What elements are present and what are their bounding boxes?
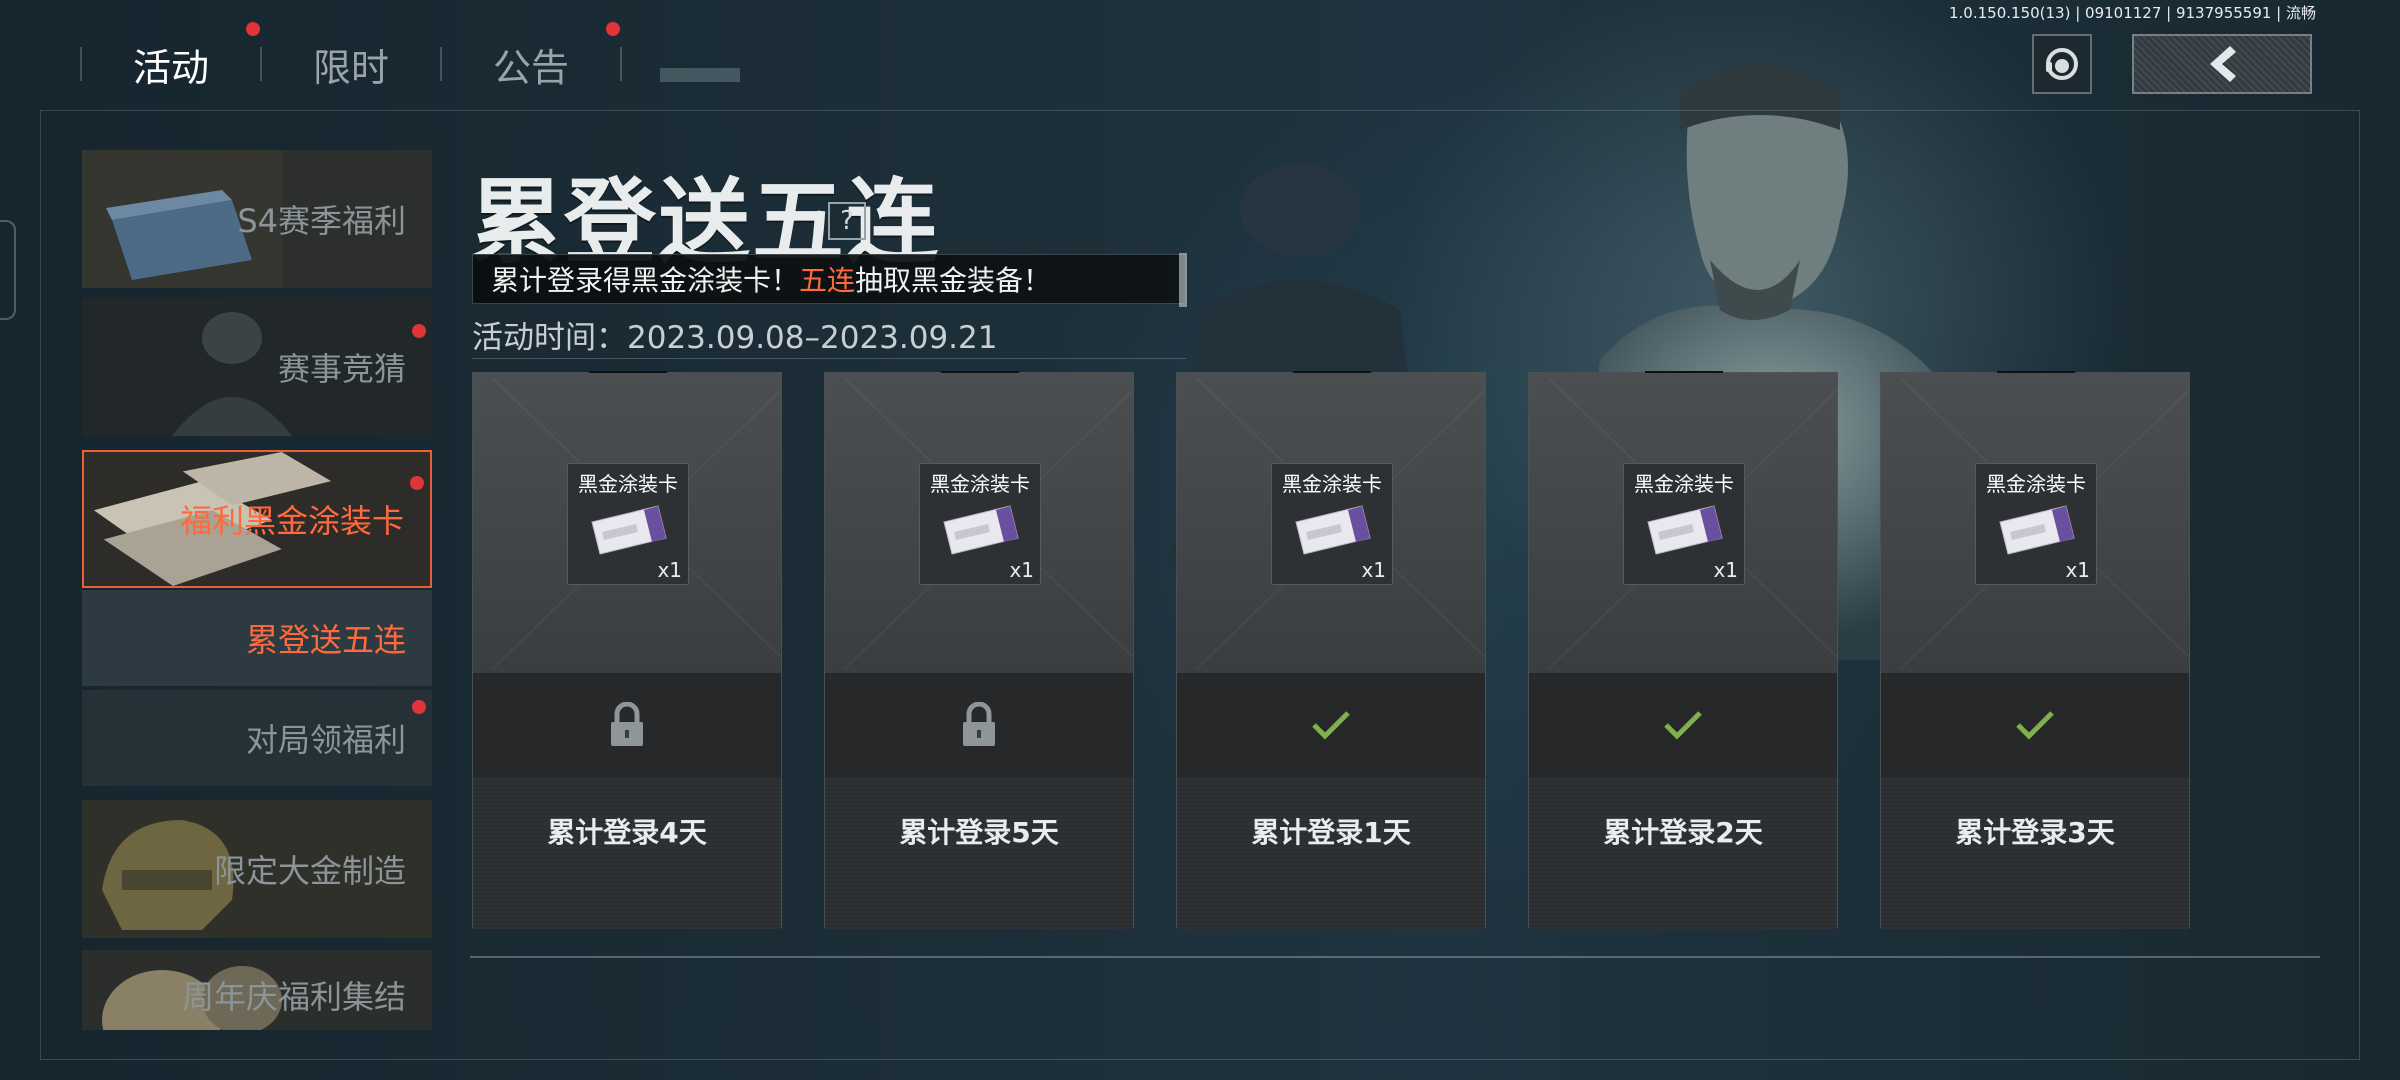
notification-dot	[246, 22, 260, 36]
chevron-left-icon	[2210, 46, 2236, 82]
tab-label: 公告	[492, 45, 569, 90]
notification-dot	[412, 700, 426, 714]
tab-label: 活动	[132, 45, 209, 90]
sidebar-item-label: 限定大金制造	[213, 852, 406, 890]
sidebar-item-label: 累登送五连	[245, 621, 406, 659]
sidebar-item-s4-season[interactable]: S4赛季福利	[82, 150, 432, 288]
card-day-requirement: 累计登录1天	[1177, 777, 1485, 929]
side-decoration	[0, 220, 16, 320]
notification-dot	[412, 324, 426, 338]
decorative-strip	[660, 44, 840, 84]
nav-separator	[620, 47, 622, 81]
tab-label: 限时	[312, 45, 389, 90]
notification-dot	[606, 22, 620, 36]
sidebar-item-black-gold-card[interactable]: 福利黑金涂装卡	[82, 450, 432, 588]
card-status	[1881, 673, 2189, 777]
checkmark-icon	[1664, 711, 1702, 740]
lock-icon	[963, 702, 995, 746]
card-day-requirement: 累计登录3天	[1881, 777, 2189, 929]
reward-item-slot[interactable]: 黑金涂装卡 x1	[919, 463, 1041, 585]
checkmark-icon	[2016, 711, 2054, 740]
skin-card-icon	[943, 505, 1019, 555]
card-status	[1529, 673, 1837, 777]
reward-item-quantity: x1	[1009, 558, 1034, 582]
card-reward-area: 黑金涂装卡 x1	[1529, 373, 1837, 673]
reward-item-name: 黑金涂装卡	[1634, 472, 1734, 496]
back-button[interactable]	[2132, 34, 2312, 94]
login-days-label: 累计登录3天	[1955, 816, 2115, 849]
tab-announcement[interactable]: 公告	[442, 22, 620, 106]
notification-dot	[410, 476, 424, 490]
card-day-requirement: 累计登录2天	[1529, 777, 1837, 929]
decorative-chip	[660, 68, 740, 82]
reward-item-name: 黑金涂装卡	[578, 472, 678, 496]
headset-icon	[2046, 48, 2078, 80]
skin-card-icon	[1295, 505, 1371, 555]
version-info: 1.0.150.150(13) | 09101127 | 9137955591 …	[1949, 4, 2316, 22]
sidebar-item-label: 周年庆福利集结	[181, 978, 406, 1016]
login-days-label: 累计登录2天	[1603, 816, 1763, 849]
question-icon: ?	[840, 206, 854, 236]
card-reward-area: 黑金涂装卡 x1	[1881, 373, 2189, 673]
reward-item-quantity: x1	[1713, 558, 1738, 582]
reward-item-slot[interactable]: 黑金涂装卡 x1	[1975, 463, 2097, 585]
divider-line	[470, 956, 2320, 958]
sidebar-item-label: 福利黑金涂装卡	[179, 502, 404, 540]
reward-card-day-4[interactable]: 黑金涂装卡 x1 累计登录4天	[472, 371, 782, 929]
sidebar-item-label: 赛事竞猜	[277, 350, 406, 388]
sidebar-item-anniversary[interactable]: 周年庆福利集结	[82, 950, 432, 1030]
card-day-requirement: 累计登录5天	[825, 777, 1133, 929]
reward-item-name: 黑金涂装卡	[930, 472, 1030, 496]
card-status	[473, 673, 781, 777]
description-text: 累计登录得黑金涂装卡！	[491, 264, 800, 297]
description-highlight: 五连	[799, 264, 856, 297]
sidebar-subitem-login-five[interactable]: 累登送五连	[82, 590, 432, 686]
sidebar-item-limited-craft[interactable]: 限定大金制造	[82, 800, 432, 938]
login-days-label: 累计登录4天	[547, 816, 707, 849]
reward-item-slot[interactable]: 黑金涂装卡 x1	[1271, 463, 1393, 585]
lock-icon	[611, 702, 643, 746]
sidebar-item-label: 对局领福利	[245, 721, 406, 759]
login-days-label: 累计登录1天	[1251, 816, 1411, 849]
skin-card-icon	[591, 505, 667, 555]
reward-card-day-2[interactable]: 黑金涂装卡 x1 累计登录2天	[1528, 371, 1838, 929]
reward-item-slot[interactable]: 黑金涂装卡 x1	[567, 463, 689, 585]
top-nav: 活动 限时 公告	[80, 22, 622, 106]
card-status	[825, 673, 1133, 777]
reward-item-quantity: x1	[1361, 558, 1386, 582]
reward-item-slot[interactable]: 黑金涂装卡 x1	[1623, 463, 1745, 585]
card-reward-area: 黑金涂装卡 x1	[473, 373, 781, 673]
rules-help-button[interactable]: ?	[828, 202, 866, 240]
description-text-end: 抽取黑金装备！	[855, 264, 1052, 297]
reward-item-quantity: x1	[657, 558, 682, 582]
reward-item-name: 黑金涂装卡	[1986, 472, 2086, 496]
reward-item-quantity: x1	[2065, 558, 2090, 582]
card-day-requirement: 累计登录4天	[473, 777, 781, 929]
sidebar-subitem-match-reward[interactable]: 对局领福利	[82, 690, 432, 786]
activity-period: 活动时间：2023.09.08–2023.09.21	[472, 320, 998, 356]
reward-item-name: 黑金涂装卡	[1282, 472, 1382, 496]
activity-sidebar: S4赛季福利 赛事竞猜 福利黑金涂装卡 累登送五连 对局领福利 限定大金制造 周…	[82, 150, 432, 1030]
login-days-label: 累计登录5天	[899, 816, 1059, 849]
checkmark-icon	[1312, 711, 1350, 740]
divider-line	[472, 358, 1186, 359]
card-status	[1177, 673, 1485, 777]
tab-activity[interactable]: 活动	[82, 22, 260, 106]
card-reward-area: 黑金涂装卡 x1	[825, 373, 1133, 673]
reward-card-day-5[interactable]: 黑金涂装卡 x1 累计登录5天	[824, 371, 1134, 929]
reward-card-day-1[interactable]: 黑金涂装卡 x1 累计登录1天	[1176, 371, 1486, 929]
tab-limited[interactable]: 限时	[262, 22, 440, 106]
customer-service-button[interactable]	[2032, 34, 2092, 94]
card-reward-area: 黑金涂装卡 x1	[1177, 373, 1485, 673]
sidebar-item-match-guess[interactable]: 赛事竞猜	[82, 298, 432, 436]
decorative-cap	[1179, 253, 1187, 307]
activity-description: 累计登录得黑金涂装卡！ 五连 抽取黑金装备！	[472, 253, 1187, 307]
sidebar-item-label: S4赛季福利	[237, 202, 406, 240]
skin-card-icon	[1999, 505, 2075, 555]
skin-card-icon	[1647, 505, 1723, 555]
reward-card-day-3[interactable]: 黑金涂装卡 x1 累计登录3天	[1880, 371, 2190, 929]
